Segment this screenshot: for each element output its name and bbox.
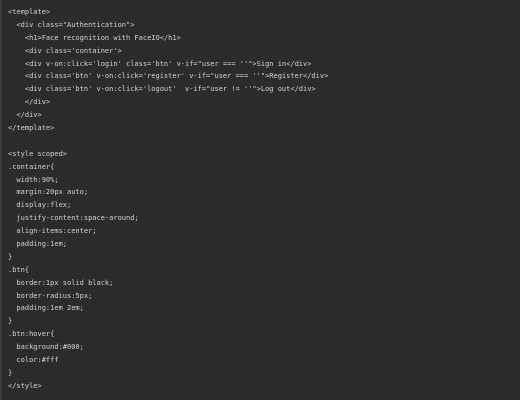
code-line: color:#fff <box>8 356 59 365</box>
code-line: </style> <box>8 381 42 390</box>
code-line: margin:20px auto; <box>8 188 89 197</box>
code-line: border-radius:5px; <box>8 291 93 300</box>
code-line: </div> <box>8 98 51 107</box>
code-line: <div class="Authentication"> <box>8 20 135 29</box>
code-line: </div> <box>8 111 42 120</box>
code-line: <div class='container'> <box>8 46 122 55</box>
code-line: align-items:center; <box>8 227 97 236</box>
code-line: background:#000; <box>8 343 84 352</box>
code-line: <div class='btn' v-on:click='logout' v-i… <box>8 85 316 94</box>
code-line: </template> <box>8 124 55 133</box>
code-line: display:flex; <box>8 201 72 210</box>
code-line: <template> <box>8 8 51 16</box>
code-line: border:1px solid black; <box>8 278 114 287</box>
code-line: <h1>Face recognition with FaceIO</h1> <box>8 33 181 42</box>
code-line: } <box>8 252 13 261</box>
code-line: <div class='btn' v-on:click='register' v… <box>8 72 329 81</box>
code-line: <style scoped> <box>8 149 68 158</box>
code-line: width:90%; <box>8 175 59 184</box>
code-line: padding:1em 2em; <box>8 304 84 313</box>
code-line: .container{ <box>8 162 55 171</box>
code-line: .btn:hover{ <box>8 330 55 339</box>
code-line: .btn{ <box>8 265 30 274</box>
code-line: } <box>8 368 13 377</box>
code-line: } <box>8 317 13 326</box>
code-block: <template> <div class="Authentication"> … <box>0 0 520 400</box>
code-line: justify-content:space-around; <box>8 214 139 223</box>
code-line: padding:1em; <box>8 240 68 249</box>
code-line: <div v-on:click='login' class='btn' v-if… <box>8 59 312 68</box>
